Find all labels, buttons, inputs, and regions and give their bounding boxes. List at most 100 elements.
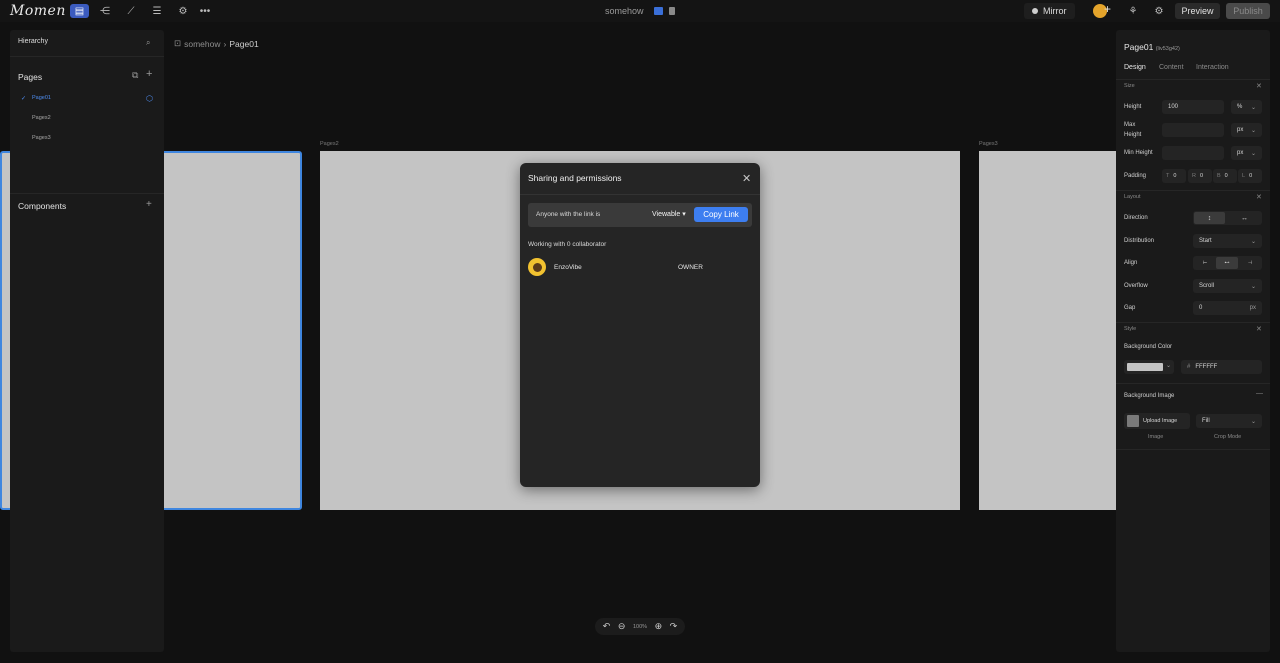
color-swatch [1127,363,1163,371]
page-name: Page01 [1124,42,1154,52]
mobile-device-icon[interactable] [669,7,675,15]
upload-label: Upload Image [1143,418,1178,424]
vertical-direction-icon[interactable]: ↕ [1194,212,1225,224]
more-icon[interactable]: ••• [196,4,214,18]
size-section-title: Size [1124,83,1135,89]
gear-icon[interactable]: ⚙ [174,4,192,18]
chevron-down-icon: ⌄ [1250,150,1256,157]
top-toolbar: Momen ▤ ⋲ ⟋ ☰ ⚙ ••• somehow Mirror + ⚘ ⚙… [0,0,1280,22]
dialog-title: Sharing and permissions [528,173,622,183]
undo-icon[interactable]: ↶ [603,621,611,632]
color-picker[interactable]: ⌄ [1124,360,1174,374]
min-height-label: Min Height [1124,150,1153,156]
chevron-down-icon: ⌄ [1250,127,1256,134]
zoom-in-icon[interactable]: ⊕ [655,621,663,632]
desktop-device-icon[interactable] [654,7,663,15]
chevron-down-icon: ⌄ [1166,363,1172,369]
crop-mode-select[interactable]: Fill ⌄ [1196,414,1262,428]
direction-toggle: ↕ ↔ [1193,211,1262,225]
redo-icon[interactable]: ↷ [670,621,678,632]
home-page-icon[interactable]: ⬡ [146,94,153,103]
zoom-out-icon[interactable]: ⊖ [618,621,626,632]
link-permission-row: Anyone with the link is Viewable ▾ Copy … [528,203,752,227]
page-frame-pages3[interactable] [979,151,1116,510]
collaborator-count: Working with 0 collaborator [528,241,607,248]
frame-label-pages2: Pages2 [320,141,339,147]
pages-title: Pages [18,72,43,82]
publish-button[interactable]: Publish [1226,3,1270,19]
max-height-input[interactable] [1162,123,1224,137]
padding-bottom-input[interactable]: B0 [1213,169,1237,183]
height-unit: % [1237,104,1243,110]
add-component-icon[interactable]: + [146,199,152,210]
sharing-dialog: Sharing and permissions ✕ Anyone with th… [520,163,760,487]
search-icon[interactable]: ⌕ [146,38,150,48]
overflow-value: Scroll [1199,283,1215,289]
align-end-icon[interactable]: ⊣ [1239,257,1261,269]
background-color-label: Background Color [1124,344,1173,350]
close-icon[interactable]: ✕ [742,172,751,185]
page-item-pages2[interactable]: Pages2 [32,115,51,121]
align-label: Align [1124,260,1138,266]
zoom-controls: ↶ ⊖ 100% ⊕ ↷ [595,618,685,635]
height-unit-select[interactable]: % ⌄ [1231,100,1262,114]
max-height-unit-select[interactable]: px ⌄ [1231,123,1262,137]
layout-editor-icon[interactable]: ▤ [70,4,89,18]
divider [1116,322,1270,323]
collaborator-role: OWNER [678,264,703,271]
collapse-icon[interactable]: ✕ [1256,193,1262,201]
divider [1116,383,1270,384]
max-height-unit: px [1237,127,1244,133]
collapse-icon[interactable]: ✕ [1256,325,1262,333]
padding-left-input[interactable]: L0 [1238,169,1262,183]
tab-design[interactable]: Design [1124,64,1146,71]
breadcrumb-page[interactable]: Page01 [229,39,258,49]
breadcrumb-project[interactable]: somehow [184,39,220,49]
max-height-label: Max Height [1124,122,1142,138]
settings-sliders-icon[interactable]: ⚙ [1150,4,1168,18]
invite-plus-icon[interactable]: + [1104,2,1111,16]
logic-flow-icon[interactable]: ⟋ [122,4,140,18]
page-item-page01[interactable]: Page01 [32,95,51,101]
overflow-label: Overflow [1124,283,1148,289]
permission-dropdown[interactable]: Viewable ▾ [652,210,686,218]
app-logo: Momen [10,3,66,19]
components-title: Components [18,201,67,211]
hex-color-input[interactable]: # FFFFFF [1181,360,1262,374]
minus-icon[interactable]: — [1256,390,1263,397]
padding-top-input[interactable]: T0 [1162,169,1186,183]
add-page-icon[interactable]: + [146,68,152,80]
collaborator-name: EnzoVibe [554,264,582,271]
preview-button[interactable]: Preview [1175,3,1220,19]
gap-input[interactable]: 0 px [1193,301,1262,315]
copy-link-button[interactable]: Copy Link [694,207,748,222]
check-icon: ✓ [21,96,27,102]
mirror-button[interactable]: Mirror [1024,3,1075,19]
align-start-icon[interactable]: ⊢ [1194,257,1216,269]
min-height-input[interactable] [1162,146,1224,160]
align-center-icon[interactable]: ⊷ [1216,257,1238,269]
distribution-select[interactable]: Start ⌄ [1193,234,1262,248]
caret-down-icon: ▾ [682,211,686,218]
align-toggle: ⊢ ⊷ ⊣ [1193,256,1262,270]
project-title: somehow [605,6,644,16]
permission-value: Viewable [652,211,681,218]
min-height-unit-select[interactable]: px ⌄ [1231,146,1262,160]
pages-copy-icon[interactable]: ⧉ [132,70,138,81]
tab-content[interactable]: Content [1159,64,1184,71]
page-item-pages3[interactable]: Pages3 [32,135,51,141]
overflow-select[interactable]: Scroll ⌄ [1193,279,1262,293]
data-model-icon[interactable]: ☰ [148,4,166,18]
collapse-icon[interactable]: ✕ [1256,82,1262,90]
share-nodes-icon[interactable]: ⋲ [96,4,114,18]
tab-interaction[interactable]: Interaction [1196,64,1229,71]
link-permission-text: Anyone with the link is [536,211,601,218]
height-input[interactable]: 100 [1162,100,1224,114]
gap-label: Gap [1124,305,1136,311]
upload-image-button[interactable]: Upload Image [1124,413,1190,429]
debug-icon[interactable]: ⚘ [1124,4,1142,18]
padding-right-input[interactable]: R0 [1188,169,1212,183]
hierarchy-title: Hierarchy [18,38,48,45]
horizontal-direction-icon[interactable]: ↔ [1228,212,1261,224]
distribution-value: Start [1199,238,1212,244]
